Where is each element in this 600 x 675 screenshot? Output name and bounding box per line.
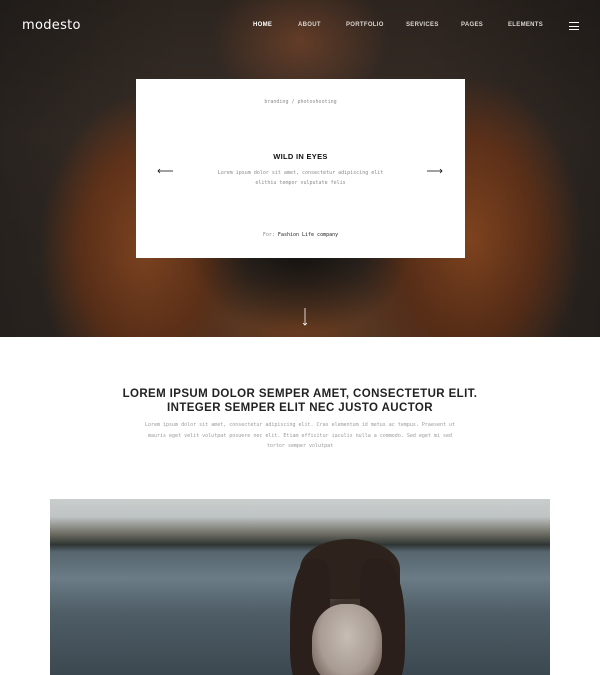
featured-photo bbox=[50, 499, 550, 675]
arrow-right-icon[interactable] bbox=[427, 168, 443, 174]
client-name[interactable]: Fashion Life company bbox=[278, 232, 338, 238]
intro-text: Lorem ipsum dolor sit amet, consectetur … bbox=[144, 422, 456, 449]
hero-section: modesto HOME ABOUT PORTFOLIO SERVICES PA… bbox=[0, 0, 600, 337]
nav-item-services[interactable]: SERVICES bbox=[406, 22, 439, 28]
project-description: Lorem ipsum dolor sit amet, consectetur … bbox=[217, 170, 384, 186]
project-category[interactable]: branding / photoshooting bbox=[136, 99, 465, 105]
intro-heading: LOREM IPSUM DOLOR SEMPER AMET, CONSECTET… bbox=[0, 387, 600, 415]
nav-item-about[interactable]: ABOUT bbox=[298, 22, 321, 28]
nav-item-pages[interactable]: PAGES bbox=[461, 22, 483, 28]
project-client-line: For: Fashion Life company bbox=[136, 232, 465, 238]
nav-item-elements[interactable]: ELEMENTS bbox=[508, 22, 543, 28]
project-title[interactable]: WILD IN EYES bbox=[136, 152, 465, 161]
photo-detail bbox=[312, 604, 382, 675]
hamburger-menu-icon[interactable] bbox=[569, 22, 579, 30]
intro-heading-line-2: INTEGER SEMPER ELIT NEC JUSTO AUCTOR bbox=[167, 402, 433, 414]
arrow-down-icon[interactable] bbox=[301, 308, 309, 326]
nav-item-portfolio[interactable]: PORTFOLIO bbox=[346, 22, 384, 28]
main-nav: HOME ABOUT PORTFOLIO SERVICES PAGES ELEM… bbox=[0, 22, 600, 34]
featured-project-card: branding / photoshooting WILD IN EYES Lo… bbox=[136, 79, 465, 258]
client-label: For: bbox=[262, 232, 275, 238]
intro-heading-line-1: LOREM IPSUM DOLOR SEMPER AMET, CONSECTET… bbox=[122, 388, 478, 400]
nav-item-home[interactable]: HOME bbox=[253, 22, 272, 28]
arrow-left-icon[interactable] bbox=[157, 168, 173, 174]
